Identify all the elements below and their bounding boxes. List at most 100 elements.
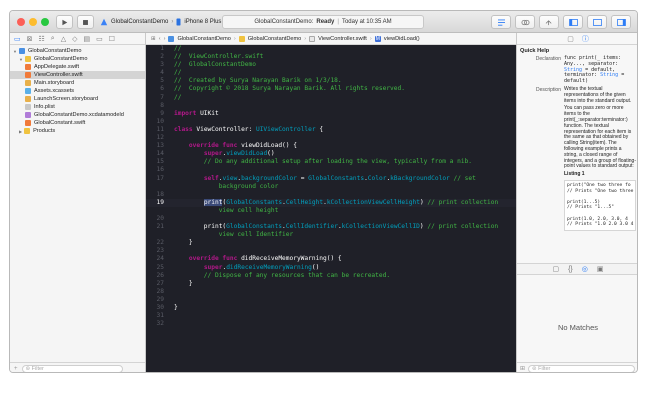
run-button[interactable]: [56, 15, 73, 29]
code-line[interactable]: 25 super.didReceiveMemoryWarning(): [146, 264, 516, 272]
toggle-navigator-button[interactable]: [563, 15, 583, 29]
disclosure-triangle-icon[interactable]: ▶: [19, 129, 22, 134]
stop-button[interactable]: [77, 15, 94, 29]
jump-crumb-file[interactable]: ViewController.swift: [318, 36, 367, 42]
code-area[interactable]: 1 // 2 // ViewController.swift 3 // GlobalCon…: [146, 45, 516, 328]
scheme-selector[interactable]: GlobalConstantDemo › iPhone 8 Plus: [100, 16, 221, 28]
toggle-utilities-button[interactable]: [611, 15, 631, 29]
jump-crumb-group[interactable]: GlobalConstantDemo: [248, 36, 301, 42]
source-control-icon[interactable]: ⊠: [27, 35, 33, 43]
version-editor-button[interactable]: [539, 15, 559, 29]
code-line[interactable]: 29: [146, 296, 516, 304]
code-line[interactable]: 24 override func didReceiveMemoryWarning…: [146, 255, 516, 263]
file-tree-item[interactable]: GlobalConstant.swift: [10, 119, 145, 127]
code-line[interactable]: 31: [146, 312, 516, 320]
left-panel-icon: [568, 18, 578, 26]
line-number: 31: [156, 312, 164, 320]
disclosure-triangle-icon[interactable]: ▼: [19, 57, 23, 62]
source-editor[interactable]: 1 // 2 // ViewController.swift 3 // GlobalCon…: [146, 45, 516, 372]
jump-crumb-symbol[interactable]: viewDidLoad(): [384, 36, 420, 42]
breakpoint-icon[interactable]: ▭: [96, 35, 103, 43]
jump-crumb-project[interactable]: GlobalConstantDemo: [177, 36, 230, 42]
code-line[interactable]: 4 //: [146, 69, 516, 77]
standard-editor-button[interactable]: [491, 15, 511, 29]
code-line[interactable]: 30}: [146, 304, 516, 312]
code-line[interactable]: 27 }: [146, 280, 516, 288]
toggle-debug-area-button[interactable]: [587, 15, 607, 29]
disclosure-triangle-icon[interactable]: ▼: [13, 49, 17, 54]
code-line[interactable]: view cell height: [146, 207, 516, 215]
code-line[interactable]: 18: [146, 191, 516, 199]
file-tree-item[interactable]: Info.plist: [10, 103, 145, 111]
code-line[interactable]: 5 // Created by Surya Narayan Barik on 1/…: [146, 77, 516, 85]
file-inspector-icon[interactable]: ▢: [567, 35, 574, 43]
code-line[interactable]: 21 print(GlobalConstants.CellIdentifier.…: [146, 223, 516, 231]
search-icon[interactable]: ⌕: [51, 35, 55, 43]
code-line[interactable]: 2 // ViewController.swift: [146, 53, 516, 61]
close-window-button[interactable]: [17, 18, 25, 26]
code-line[interactable]: 12: [146, 134, 516, 142]
code-line[interactable]: 17 self.view.backgroundColor = GlobalCon…: [146, 175, 516, 183]
add-icon[interactable]: +: [14, 366, 18, 372]
code-line[interactable]: 9 import UIKit: [146, 110, 516, 118]
navigator-filter-input[interactable]: ⊚ Filter: [21, 364, 123, 372]
file-template-icon[interactable]: ▢: [552, 265, 559, 273]
plist-icon: [25, 104, 31, 110]
file-tree-item[interactable]: ▼ GlobalConstantDemo: [10, 55, 145, 63]
minimize-window-button[interactable]: [29, 18, 37, 26]
folder-icon: [238, 35, 245, 42]
code-token: background color: [174, 182, 279, 190]
file-tree-item[interactable]: ViewController.swift: [10, 71, 145, 79]
code-line[interactable]: 26 // Dispose of any resources that can …: [146, 272, 516, 280]
line-number: 4: [160, 69, 164, 77]
back-icon[interactable]: ‹: [159, 36, 161, 42]
grid-view-icon[interactable]: ⊞: [520, 365, 525, 372]
code-line[interactable]: 28: [146, 288, 516, 296]
folder-icon[interactable]: ▭: [14, 35, 21, 43]
file-tree-item[interactable]: ▶ Products: [10, 127, 145, 135]
code-line[interactable]: 1 //: [146, 45, 516, 53]
code-line[interactable]: 11 class ViewController: UIViewController…: [146, 126, 516, 134]
test-icon[interactable]: ◇: [72, 35, 77, 43]
assistant-editor-button[interactable]: [515, 15, 535, 29]
code-line[interactable]: 16: [146, 166, 516, 174]
file-tree-item[interactable]: Assets.xcassets: [10, 87, 145, 95]
file-tree-item[interactable]: LaunchScreen.storyboard: [10, 95, 145, 103]
file-tree-item[interactable]: ▼ GlobalConstantDemo: [10, 47, 145, 55]
media-library-icon[interactable]: ▣: [597, 265, 604, 273]
code-line[interactable]: 22 }: [146, 239, 516, 247]
code-line[interactable]: 13 override func viewDidLoad() {: [146, 142, 516, 150]
code-line[interactable]: 6 // Copyright © 2018 Surya Narayan Barik…: [146, 85, 516, 93]
code-line[interactable]: 14 super.viewDidLoad(): [146, 150, 516, 158]
code-line[interactable]: 10: [146, 118, 516, 126]
code-line[interactable]: 7 //: [146, 94, 516, 102]
debug-icon[interactable]: ▤: [83, 35, 90, 43]
library-filter-input[interactable]: ⊚ Filter: [528, 364, 635, 372]
forward-icon[interactable]: ›: [164, 36, 166, 42]
code-line[interactable]: view cell Identifier: [146, 231, 516, 239]
code-line[interactable]: 3 // GlobalConstantDemo: [146, 61, 516, 69]
code-line[interactable]: 32: [146, 320, 516, 328]
file-tree-item[interactable]: AppDelegate.swift: [10, 63, 145, 71]
code-line[interactable]: 20: [146, 215, 516, 223]
symbol-icon[interactable]: ☷: [39, 35, 45, 43]
code-token: GlobalConstants: [226, 198, 283, 206]
code-snippet-icon[interactable]: {}: [568, 266, 573, 273]
related-items-icon[interactable]: ⊞: [151, 36, 156, 42]
line-number: 22: [156, 239, 164, 247]
object-library-icon[interactable]: ◎: [582, 265, 588, 273]
code-line[interactable]: 15 // Do any additional setup after load…: [146, 158, 516, 166]
line-number: 6: [160, 85, 164, 93]
code-line[interactable]: 8: [146, 102, 516, 110]
declaration-type[interactable]: String: [600, 72, 618, 78]
code-token: view: [222, 174, 238, 182]
zoom-window-button[interactable]: [41, 18, 49, 26]
folder-icon: [24, 128, 31, 134]
quick-help-icon[interactable]: ⓘ: [582, 34, 589, 44]
file-tree-item[interactable]: Main.storyboard: [10, 79, 145, 87]
code-line[interactable]: 19 print(GlobalConstants.CellHeight.kCol…: [146, 198, 516, 207]
file-tree-item[interactable]: GlobalConstantDemo.xcdatamodeld: [10, 111, 145, 119]
warning-icon[interactable]: △: [61, 35, 66, 43]
code-line[interactable]: background color: [146, 183, 516, 191]
report-icon[interactable]: ☐: [109, 35, 115, 43]
